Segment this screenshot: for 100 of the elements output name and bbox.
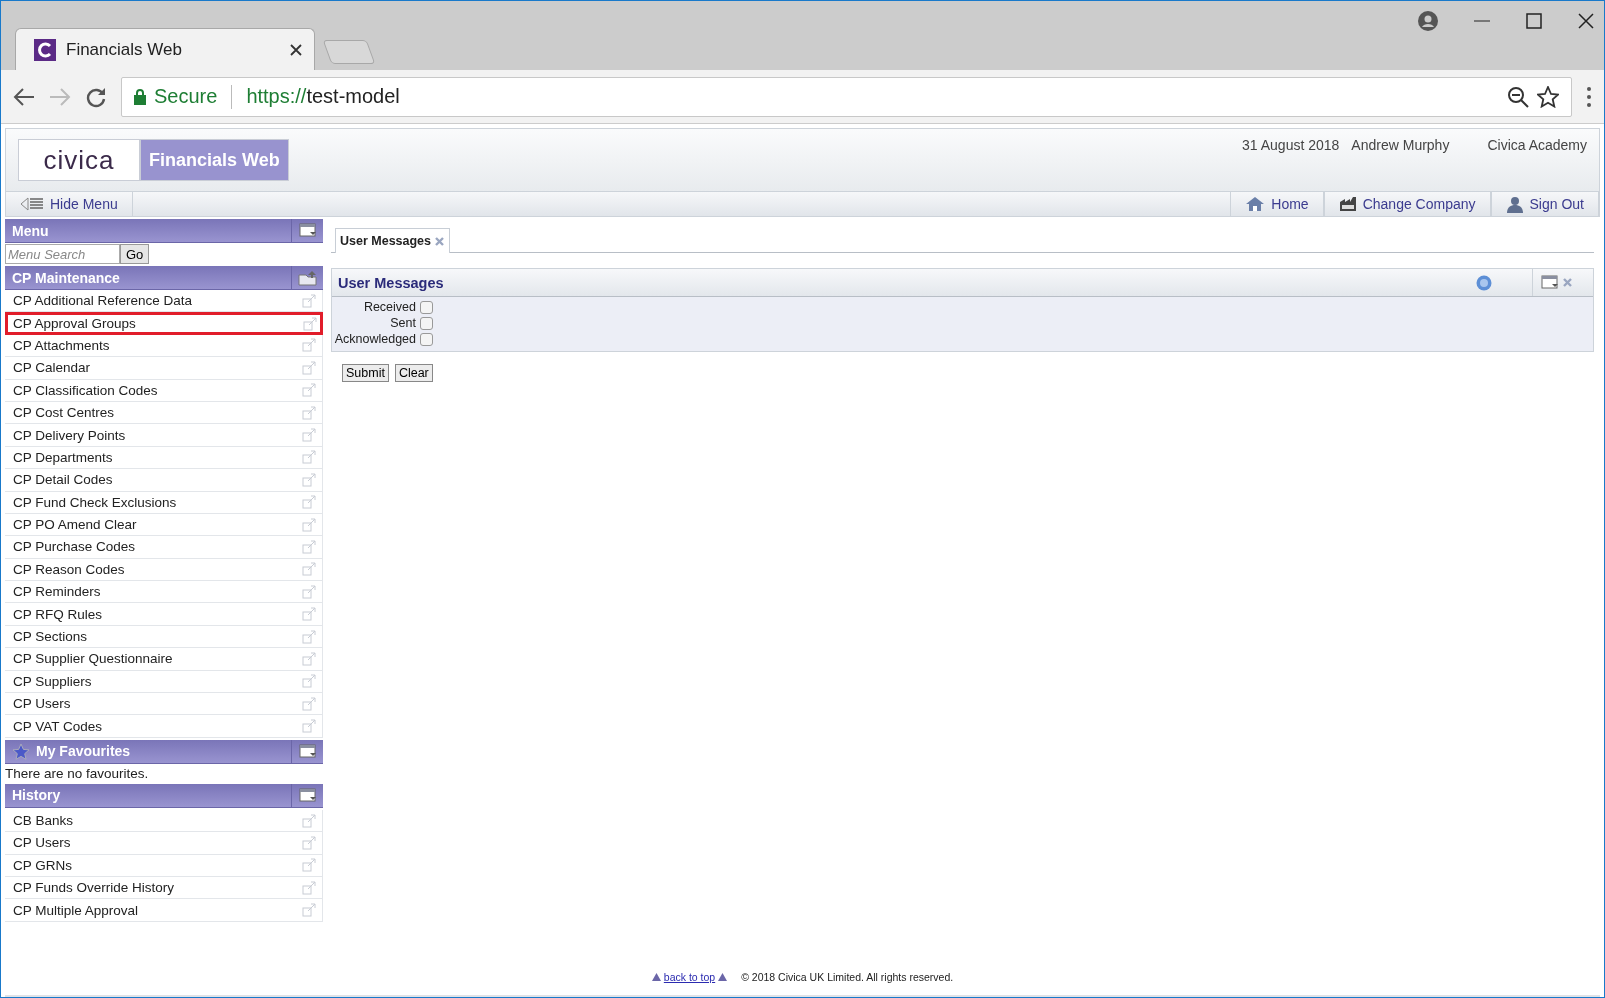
menu-search-field[interactable]: Menu Search — [5, 244, 120, 264]
panel-header: User Messages — [332, 269, 1593, 297]
open-link-icon — [302, 338, 316, 353]
menu-item[interactable]: CP Calendar — [5, 357, 323, 380]
menu-item[interactable]: CP Attachments — [5, 334, 323, 358]
open-link-icon — [302, 360, 316, 375]
section-header: My Favourites — [5, 739, 323, 764]
company-name: Civica Academy — [1487, 137, 1587, 153]
star-icon — [12, 742, 30, 760]
menu-item[interactable]: CP Purchase Codes — [5, 536, 323, 559]
open-link-icon — [302, 472, 316, 487]
folder-icon[interactable] — [297, 269, 318, 286]
back-to-top-link[interactable]: back to top — [651, 971, 728, 983]
maximize-icon[interactable] — [1526, 13, 1542, 29]
open-link-icon — [302, 293, 316, 308]
browser-tab[interactable]: Financials Web — [15, 28, 315, 70]
site-favicon — [34, 38, 56, 61]
app-name: Financials Web — [140, 139, 289, 181]
zoom-out-icon[interactable] — [1507, 85, 1529, 108]
menu-item[interactable]: CP Reason Codes — [5, 558, 323, 582]
up-arrow-icon — [651, 973, 661, 981]
menu-item[interactable]: CP Users — [5, 832, 323, 855]
menu-item[interactable]: CB Banks — [5, 809, 323, 833]
date-text: 31 August 2018 — [1242, 137, 1340, 153]
window-icon[interactable] — [1541, 275, 1559, 290]
content-tab[interactable]: User Messages — [335, 228, 451, 253]
section-header: History — [5, 783, 323, 808]
open-link-icon — [302, 674, 316, 689]
menu-item[interactable]: CP Approval Groups — [5, 312, 323, 335]
menu-item[interactable]: CP Reminders — [5, 581, 323, 604]
collapse-icon[interactable] — [298, 743, 317, 759]
user-name: Andrew Murphy — [1351, 137, 1450, 153]
menu-item[interactable]: CP Sections — [5, 625, 323, 649]
open-link-icon — [302, 629, 316, 644]
civica-logo: civica — [18, 139, 140, 181]
menu-item[interactable]: CP Multiple Approval — [5, 899, 323, 922]
open-link-icon — [302, 428, 316, 443]
url-text: https://test-model — [246, 85, 400, 108]
checkbox[interactable] — [420, 332, 433, 346]
house-icon — [1245, 196, 1266, 212]
menu-item[interactable]: CP PO Amend Clear — [5, 513, 323, 537]
menu-icon[interactable] — [1586, 85, 1592, 108]
close-icon[interactable] — [1578, 13, 1594, 29]
secure-label: Secure — [154, 85, 218, 108]
filter-label: Sent — [389, 316, 417, 330]
section-header: CP Maintenance — [5, 266, 323, 290]
close-icon[interactable] — [290, 43, 302, 56]
menu-item[interactable]: CP Users — [5, 693, 323, 716]
menu-item[interactable]: CP Classification Codes — [5, 379, 323, 402]
form-button[interactable]: Submit — [342, 364, 389, 382]
account-icon[interactable] — [1418, 11, 1438, 31]
back-icon[interactable] — [13, 86, 35, 107]
open-link-icon — [302, 813, 316, 828]
menu-item[interactable]: CP Delivery Points — [5, 424, 323, 447]
lock-icon — [134, 88, 146, 105]
open-link-icon — [302, 383, 316, 398]
open-link-icon — [302, 584, 316, 599]
toolbar-link[interactable]: Home — [1230, 192, 1324, 216]
open-link-icon — [302, 607, 316, 622]
hide-menu-button[interactable]: Hide Menu — [6, 192, 133, 216]
toolbar-link[interactable]: Sign Out — [1490, 192, 1599, 216]
form-button[interactable]: Clear — [394, 364, 433, 382]
open-link-icon — [302, 696, 316, 711]
empty-message: There are no favourites. — [5, 765, 150, 784]
collapse-icon[interactable] — [298, 223, 317, 238]
menu-item[interactable]: CP Fund Check Exclusions — [5, 491, 323, 514]
open-link-icon — [302, 517, 316, 532]
open-link-icon — [302, 495, 316, 510]
open-link-icon — [302, 835, 316, 850]
checkbox[interactable] — [420, 300, 433, 314]
collapse-icon[interactable] — [298, 787, 317, 803]
menu-item[interactable]: CP GRNs — [5, 854, 323, 877]
open-link-icon — [302, 651, 316, 666]
menu-item[interactable]: CP Supplier Questionnaire — [5, 648, 323, 671]
checkbox[interactable] — [420, 316, 433, 330]
building-icon — [1338, 196, 1357, 212]
filter-label: Acknowledged — [333, 332, 417, 346]
open-link-icon — [302, 719, 316, 734]
menu-item[interactable]: CP RFQ Rules — [5, 603, 323, 626]
menu-item[interactable]: CP Detail Codes — [5, 469, 323, 492]
menu-item[interactable]: CP Suppliers — [5, 670, 323, 694]
section-header: Menu — [5, 219, 323, 243]
star-icon[interactable] — [1537, 85, 1559, 108]
person-icon — [1505, 195, 1524, 213]
toolbar-link[interactable]: Change Company — [1323, 192, 1491, 216]
open-link-icon — [302, 858, 316, 873]
go-button[interactable]: Go — [120, 244, 150, 264]
menu-item[interactable]: CP Cost Centres — [5, 401, 323, 425]
collapse-menu-icon — [20, 197, 44, 211]
filter-label: Received — [362, 300, 417, 314]
menu-item[interactable]: CP Funds Override History — [5, 877, 323, 900]
menu-item[interactable]: CP Departments — [5, 446, 323, 470]
open-link-icon — [302, 880, 316, 895]
menu-item[interactable]: CP VAT Codes — [5, 715, 323, 738]
copyright-text: © 2018 Civica UK Limited. All rights reserved. — [741, 971, 954, 983]
open-link-icon — [302, 450, 316, 465]
address-bar[interactable]: Secure https://test-model — [121, 76, 1572, 117]
open-link-icon — [302, 562, 316, 577]
open-link-icon — [302, 405, 316, 420]
open-link-icon — [303, 316, 317, 331]
